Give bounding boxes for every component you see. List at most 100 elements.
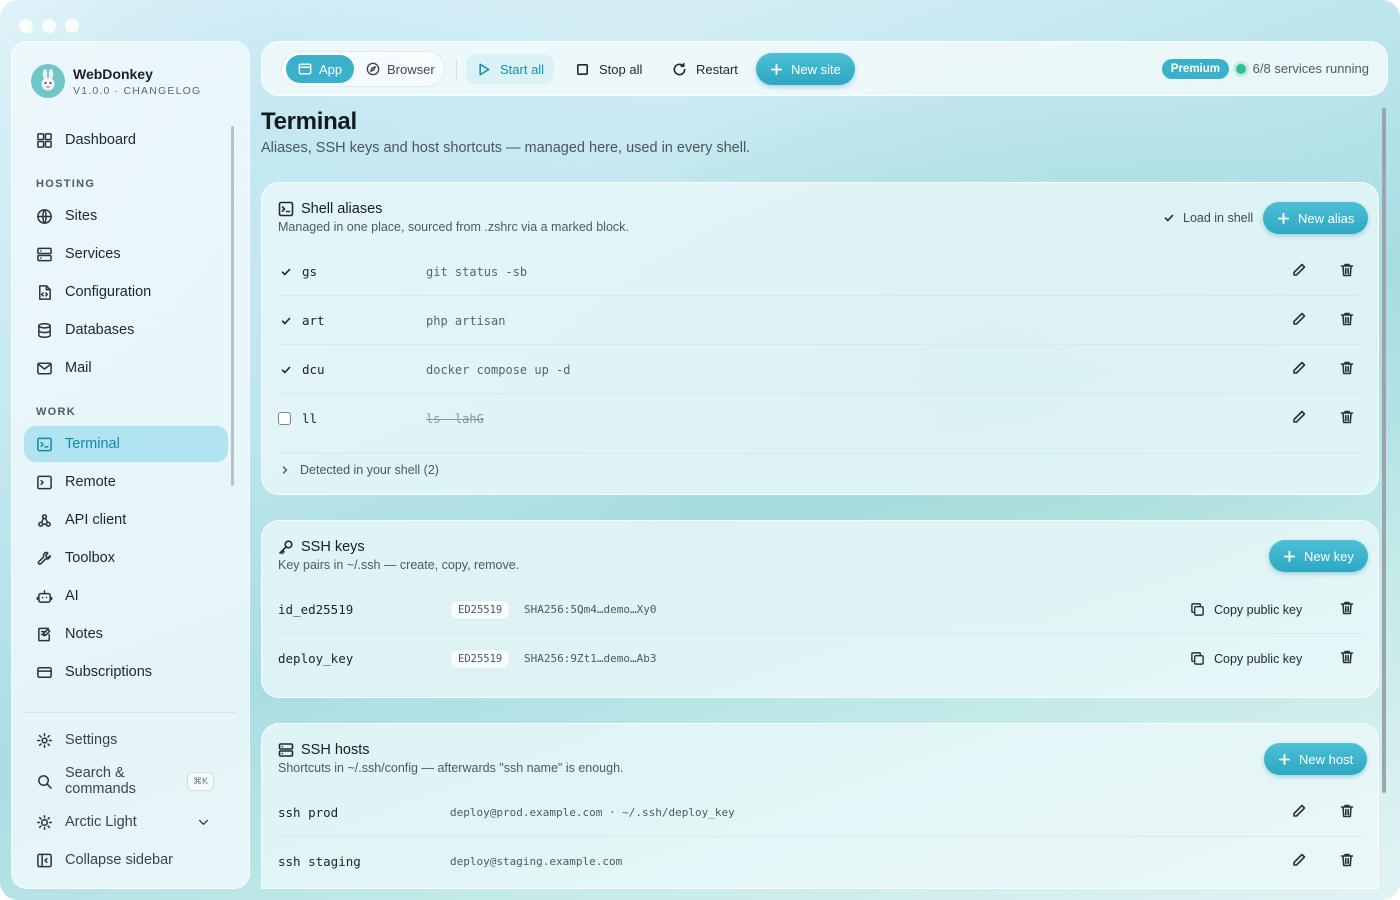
host-name: ssh staging (278, 854, 361, 869)
copy-public-key-button[interactable]: Copy public key (1190, 634, 1302, 683)
pencil-icon (1293, 804, 1306, 817)
version-changelog-link[interactable]: V1.0.0 · CHANGELOG (73, 85, 201, 97)
stop-all-label: Stop all (599, 61, 643, 77)
alias-command: ls -lahG (426, 411, 484, 426)
server-icon (278, 743, 294, 757)
sidebar-item-terminal[interactable]: Terminal (24, 426, 228, 462)
sidebar-item-configuration[interactable]: Configuration (24, 274, 228, 310)
sidebar-item-label: API client (65, 512, 127, 528)
brand[interactable]: WebDonkey V1.0.0 · CHANGELOG (31, 64, 201, 98)
check-icon (281, 268, 291, 276)
sidebar-item-api-client[interactable]: API client (24, 502, 228, 538)
edit-button[interactable] (1291, 852, 1309, 870)
restart-button[interactable]: Restart (662, 54, 748, 84)
restart-label: Restart (696, 61, 738, 77)
sidebar-item-databases[interactable]: Databases (24, 312, 228, 348)
sidebar-item-subscriptions[interactable]: Subscriptions (24, 654, 228, 690)
minimize-window-button[interactable] (42, 19, 56, 33)
stop-all-button[interactable]: Stop all (565, 54, 652, 84)
start-all-label: Start all (500, 61, 545, 77)
check-icon (281, 366, 291, 374)
search-shortcut-badge: ⌘K (186, 771, 214, 791)
main-scrollbar[interactable] (1382, 108, 1386, 793)
new-site-label: New site (791, 61, 841, 77)
alias-enabled-checkbox[interactable] (278, 394, 291, 443)
new-key-button[interactable]: New key (1269, 540, 1368, 572)
new-site-button[interactable]: New site (756, 53, 855, 85)
card-description: Shortcuts in ~/.ssh/config — afterwards … (278, 761, 624, 775)
copy-public-key-button[interactable]: Copy public key (1190, 585, 1302, 634)
delete-button[interactable] (1339, 803, 1357, 821)
new-alias-button[interactable]: New alias (1263, 202, 1369, 234)
sidebar-item-label: Search & commands (65, 765, 136, 797)
sidebar-item-notes[interactable]: Notes (24, 616, 228, 652)
delete-button[interactable] (1339, 262, 1357, 280)
sidebar-item-mail[interactable]: Mail (24, 350, 228, 386)
code-file-icon (39, 284, 51, 300)
new-host-label: New host (1299, 751, 1354, 767)
robot-icon (36, 589, 53, 603)
sidebar-item-search-commands[interactable]: Search & commands ⌘K (24, 763, 228, 799)
zoom-window-button[interactable] (65, 19, 79, 33)
tab-app[interactable]: App (286, 55, 355, 83)
sidebar-item-remote[interactable]: Remote (24, 464, 228, 500)
section-work-heading: WORK (36, 406, 77, 418)
card-title-text: SSH hosts (301, 742, 370, 758)
edit-button[interactable] (1291, 360, 1309, 378)
sidebar-collapse-icon (37, 853, 52, 867)
delete-button[interactable] (1339, 311, 1357, 329)
edit-button[interactable] (1291, 311, 1309, 329)
sidebar-item-sites[interactable]: Sites (24, 198, 228, 234)
trash-icon (1340, 650, 1354, 664)
toolbar-divider (456, 59, 457, 81)
edit-button[interactable] (1291, 803, 1309, 821)
card-description: Managed in one place, sourced from .zshr… (278, 220, 629, 234)
edit-button[interactable] (1291, 262, 1309, 280)
load-in-shell-toggle[interactable]: Load in shell (1163, 211, 1253, 225)
plus-icon (770, 63, 783, 75)
new-host-button[interactable]: New host (1264, 743, 1368, 775)
sidebar-item-settings[interactable]: Settings (24, 722, 228, 758)
alias-enabled-checkbox[interactable] (280, 296, 292, 345)
edit-button[interactable] (1291, 409, 1309, 427)
check-icon (281, 317, 291, 325)
premium-badge[interactable]: Premium (1161, 59, 1229, 79)
search-icon (38, 774, 52, 789)
alias-enabled-checkbox[interactable] (280, 345, 292, 394)
trash-icon (1340, 263, 1354, 277)
alias-row: gs git status -sb (278, 247, 1364, 296)
ssh-hosts-card: SSH hosts Shortcuts in ~/.ssh/config — a… (261, 723, 1379, 889)
theme-selector[interactable]: Arctic Light (24, 804, 228, 840)
delete-button[interactable] (1339, 649, 1357, 667)
terminal-icon (278, 201, 294, 217)
tab-browser[interactable]: Browser (354, 55, 447, 83)
card-title-text: Shell aliases (301, 201, 383, 217)
close-window-button[interactable] (19, 19, 33, 33)
key-type-badge: ED25519 (450, 599, 511, 620)
sidebar-item-toolbox[interactable]: Toolbox (24, 540, 228, 576)
gear-icon (36, 732, 53, 748)
delete-button[interactable] (1339, 409, 1357, 427)
detected-aliases-toggle[interactable]: Detected in your shell (2) (280, 463, 439, 477)
sidebar-scrollbar[interactable] (231, 126, 234, 486)
collapse-sidebar-button[interactable]: Collapse sidebar (24, 842, 228, 878)
alias-enabled-checkbox[interactable] (280, 247, 292, 296)
server-icon (37, 247, 52, 261)
sidebar-item-label: Sites (65, 208, 98, 224)
delete-button[interactable] (1339, 360, 1357, 378)
app-name: WebDonkey (73, 65, 153, 82)
sidebar-item-services[interactable]: Services (24, 236, 228, 272)
copy-public-key-label: Copy public key (1214, 602, 1303, 617)
sidebar-item-ai[interactable]: AI (24, 578, 228, 614)
start-all-button[interactable]: Start all (466, 54, 555, 84)
delete-button[interactable] (1339, 600, 1357, 618)
pencil-icon (1293, 263, 1306, 276)
services-status[interactable]: 6/8 services running (1253, 61, 1369, 76)
copy-icon (1191, 652, 1204, 665)
host-name: ssh prod (278, 805, 339, 820)
delete-button[interactable] (1339, 852, 1357, 870)
trash-icon (1340, 601, 1354, 615)
host-target: deploy@staging.example.com (450, 855, 623, 868)
sidebar-item-dashboard[interactable]: Dashboard (24, 122, 228, 158)
plus-icon (1277, 212, 1290, 224)
